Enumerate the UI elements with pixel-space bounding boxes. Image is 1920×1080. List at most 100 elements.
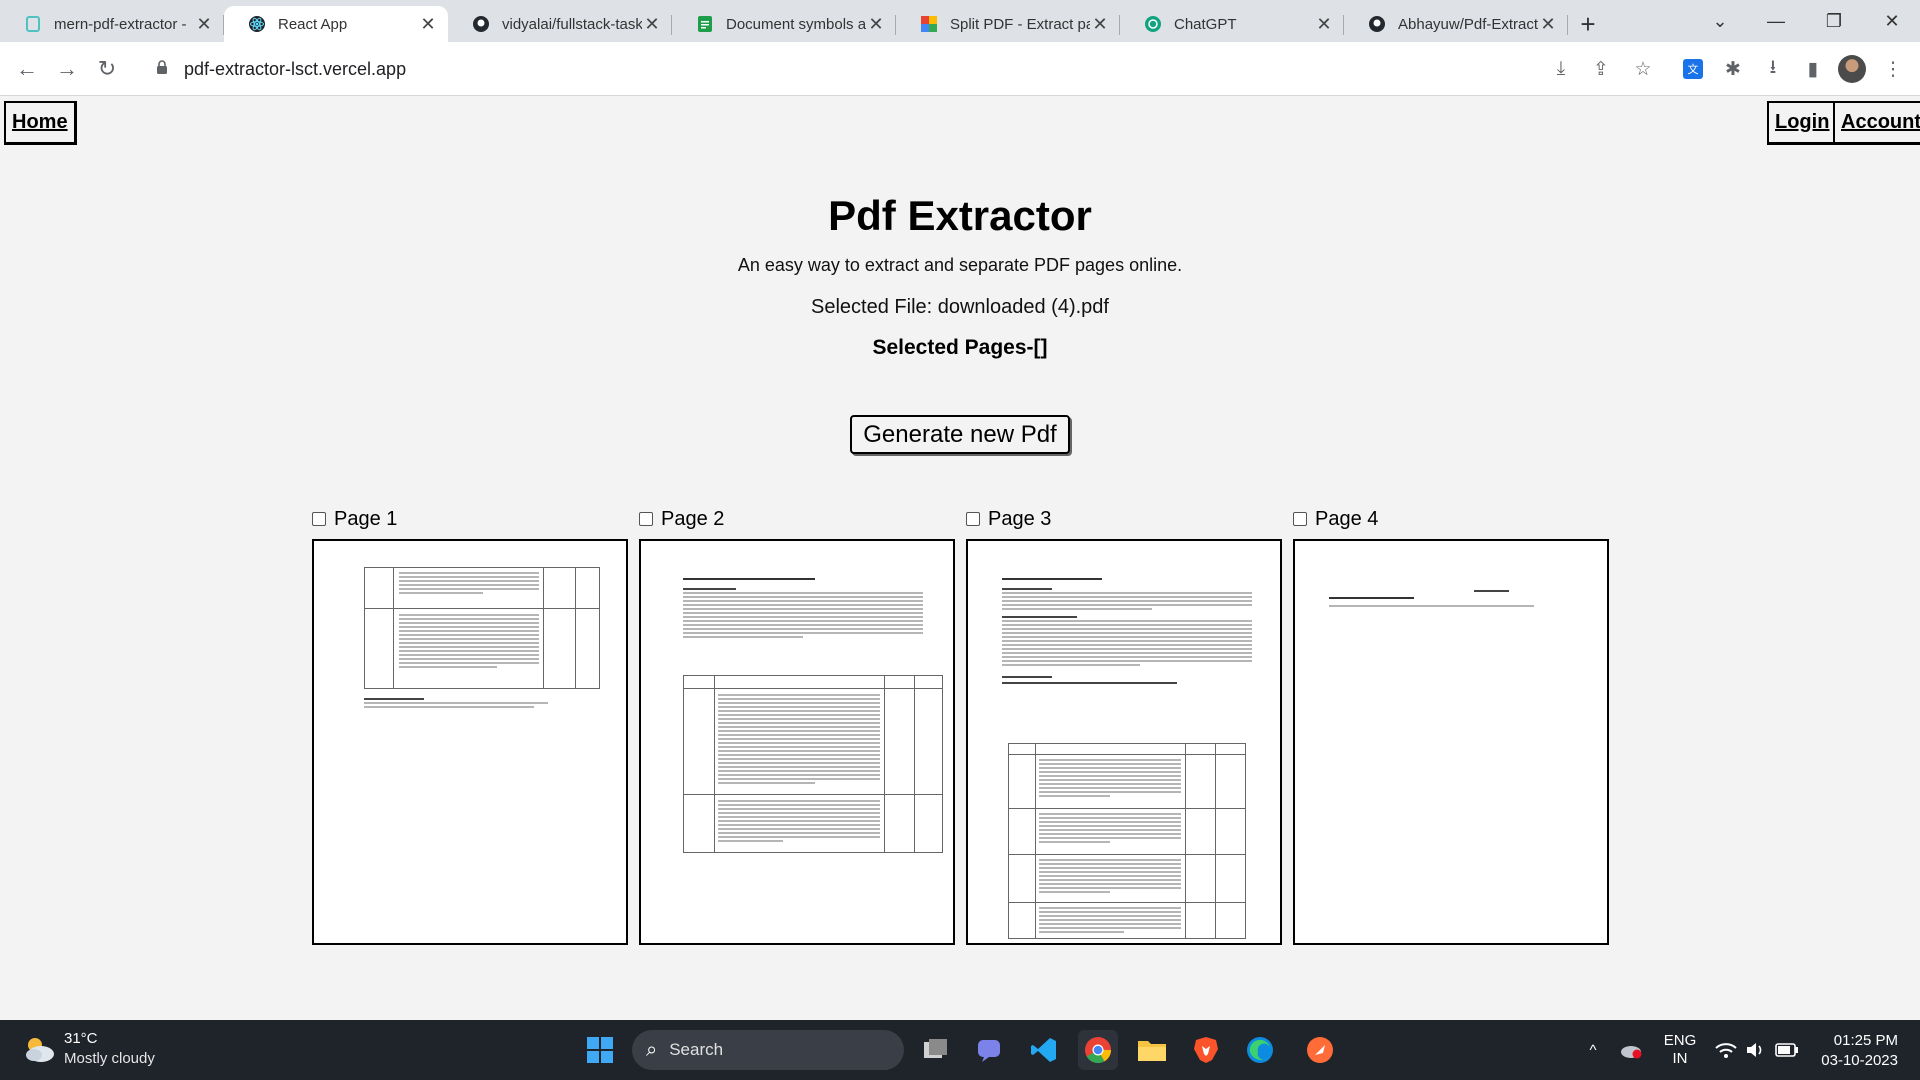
close-icon[interactable]: ✕ bbox=[1090, 14, 1110, 35]
browser-tab-bar: mern-pdf-extractor - ✕ React App ✕ vidya… bbox=[0, 0, 1920, 42]
file-explorer-icon[interactable] bbox=[1132, 1030, 1172, 1070]
chrome-icon[interactable] bbox=[1078, 1030, 1118, 1070]
url-text: pdf-extractor-lsct.vercel.app bbox=[184, 58, 407, 79]
edge-icon[interactable] bbox=[1240, 1030, 1280, 1070]
back-arrow-icon[interactable]: ← bbox=[10, 52, 44, 86]
close-icon[interactable]: ✕ bbox=[1538, 14, 1558, 35]
page-checkbox[interactable] bbox=[966, 512, 980, 526]
thumbnail-table bbox=[1008, 743, 1246, 939]
tab-react-app[interactable]: React App ✕ bbox=[224, 6, 448, 42]
thumbnail-text-block bbox=[1002, 575, 1252, 684]
page-title: Pdf Extractor bbox=[828, 192, 1092, 239]
teams-chat-icon[interactable] bbox=[970, 1030, 1010, 1070]
tab-split-pdf[interactable]: Split PDF - Extract pa ✕ bbox=[896, 6, 1120, 42]
more-menu-icon[interactable]: ⋮ bbox=[1878, 54, 1908, 84]
weather-cloud-icon[interactable] bbox=[22, 1034, 56, 1064]
share-icon[interactable]: ⇪ bbox=[1586, 54, 1616, 84]
forward-arrow-icon[interactable]: → bbox=[50, 52, 84, 86]
thumbnail-text-block bbox=[1039, 811, 1181, 843]
chatgpt-icon bbox=[1144, 15, 1162, 33]
thumbnail-text-block bbox=[399, 570, 539, 594]
extensions-puzzle-icon[interactable]: ✱ bbox=[1718, 54, 1748, 84]
minimize-icon[interactable]: — bbox=[1752, 0, 1800, 42]
close-icon[interactable]: ✕ bbox=[194, 14, 214, 35]
tab-title: Abhayuw/Pdf-Extract bbox=[1398, 15, 1538, 33]
tab-title: vidyalai/fullstack-task bbox=[502, 15, 642, 33]
battery-icon[interactable] bbox=[1774, 1020, 1800, 1080]
account-link[interactable]: Account bbox=[1833, 101, 1920, 145]
region-code: IN bbox=[1672, 1050, 1688, 1067]
thumbnail-text-block bbox=[1329, 587, 1579, 607]
thumbnail-table bbox=[683, 675, 943, 853]
bookmark-star-icon[interactable]: ☆ bbox=[1628, 54, 1658, 84]
login-link[interactable]: Login bbox=[1767, 101, 1839, 145]
page-thumbnail[interactable] bbox=[1293, 539, 1609, 945]
page-card: Page 2 bbox=[639, 507, 955, 945]
wifi-icon[interactable] bbox=[1714, 1020, 1738, 1080]
svg-text:文: 文 bbox=[1688, 62, 1699, 76]
page-checkbox-label[interactable]: Page 2 bbox=[639, 507, 955, 531]
clock-date: 03-10-2023 bbox=[1821, 1052, 1898, 1069]
selected-file-text: Selected File: downloaded (4).pdf bbox=[811, 296, 1109, 318]
thumbnail-table bbox=[364, 567, 600, 689]
show-hidden-icons-chevron[interactable]: ^ bbox=[1578, 1020, 1608, 1080]
page-thumbnail[interactable] bbox=[966, 539, 1282, 945]
language-code: ENG bbox=[1663, 1032, 1697, 1049]
tab-search-chevron-icon[interactable]: ⌄ bbox=[1700, 0, 1740, 42]
profile-avatar[interactable] bbox=[1838, 55, 1866, 83]
lock-icon bbox=[152, 60, 172, 78]
thumbnail-text-block bbox=[399, 612, 539, 668]
page-checkbox-label[interactable]: Page 3 bbox=[966, 507, 1282, 531]
vscode-icon[interactable] bbox=[1024, 1030, 1064, 1070]
onedrive-sync-icon[interactable] bbox=[1616, 1020, 1646, 1080]
app-page: Home Login Account Pdf Extractor An easy… bbox=[0, 96, 1920, 1020]
page-thumbnail[interactable] bbox=[639, 539, 955, 945]
address-bar[interactable]: pdf-extractor-lsct.vercel.app bbox=[134, 48, 1554, 90]
brave-icon[interactable] bbox=[1186, 1030, 1226, 1070]
download-icon[interactable]: ⭳ bbox=[1758, 54, 1788, 84]
side-panel-icon[interactable]: ▮ bbox=[1798, 54, 1828, 84]
postman-icon[interactable] bbox=[1300, 1030, 1340, 1070]
close-icon[interactable]: ✕ bbox=[418, 14, 438, 35]
language-indicator[interactable]: ENG IN bbox=[1660, 1020, 1700, 1080]
thumbnail-text-block bbox=[718, 692, 880, 784]
clock-time: 01:25 PM bbox=[1833, 1032, 1898, 1049]
thumbnail-text-block bbox=[1039, 857, 1181, 893]
volume-icon[interactable] bbox=[1744, 1020, 1768, 1080]
taskbar-search-box[interactable]: ⌕ Search bbox=[632, 1030, 904, 1070]
thumbnail-text-block bbox=[1039, 757, 1181, 797]
page-label: Page 4 bbox=[1315, 507, 1379, 530]
tab-document-symbols[interactable]: Document symbols a ✕ bbox=[672, 6, 896, 42]
system-clock[interactable]: 01:25 PM 03-10-2023 bbox=[1821, 1031, 1898, 1071]
install-app-icon[interactable]: ⤓ bbox=[1546, 54, 1576, 84]
github-icon bbox=[1368, 15, 1386, 33]
close-icon[interactable]: ✕ bbox=[1314, 14, 1334, 35]
close-window-icon[interactable]: ✕ bbox=[1868, 0, 1916, 42]
windows-start-icon[interactable] bbox=[580, 1030, 620, 1070]
page-subtitle: An easy way to extract and separate PDF … bbox=[737, 255, 1183, 275]
page-checkbox-label[interactable]: Page 1 bbox=[312, 507, 628, 531]
extension-translate-icon[interactable]: 文 bbox=[1678, 54, 1708, 84]
tab-title: ChatGPT bbox=[1174, 15, 1237, 33]
tab-chatgpt[interactable]: ChatGPT ✕ bbox=[1120, 6, 1344, 42]
page-checkbox[interactable] bbox=[639, 512, 653, 526]
home-link[interactable]: Home bbox=[4, 101, 77, 145]
task-view-icon[interactable] bbox=[916, 1030, 956, 1070]
reload-icon[interactable]: ↻ bbox=[90, 52, 124, 86]
generate-pdf-button[interactable]: Generate new Pdf bbox=[850, 415, 1070, 454]
page-checkbox-label[interactable]: Page 4 bbox=[1293, 507, 1609, 531]
close-icon[interactable]: ✕ bbox=[866, 14, 886, 35]
weather-temperature[interactable]: 31°C bbox=[64, 1030, 98, 1047]
page-checkbox[interactable] bbox=[1293, 512, 1307, 526]
tab-abhayuw-github[interactable]: Abhayuw/Pdf-Extract ✕ bbox=[1344, 6, 1568, 42]
new-tab-button[interactable]: + bbox=[1568, 6, 1608, 42]
page-label: Page 2 bbox=[661, 507, 725, 530]
weather-description[interactable]: Mostly cloudy bbox=[64, 1050, 155, 1067]
page-thumbnail[interactable] bbox=[312, 539, 628, 945]
page-checkbox[interactable] bbox=[312, 512, 326, 526]
restore-icon[interactable]: ❐ bbox=[1810, 0, 1858, 42]
search-label: Search bbox=[669, 1040, 724, 1059]
tab-vidyalai-github[interactable]: vidyalai/fullstack-task ✕ bbox=[448, 6, 672, 42]
close-icon[interactable]: ✕ bbox=[642, 14, 662, 35]
tab-mern-pdf-extractor[interactable]: mern-pdf-extractor - ✕ bbox=[0, 6, 224, 42]
